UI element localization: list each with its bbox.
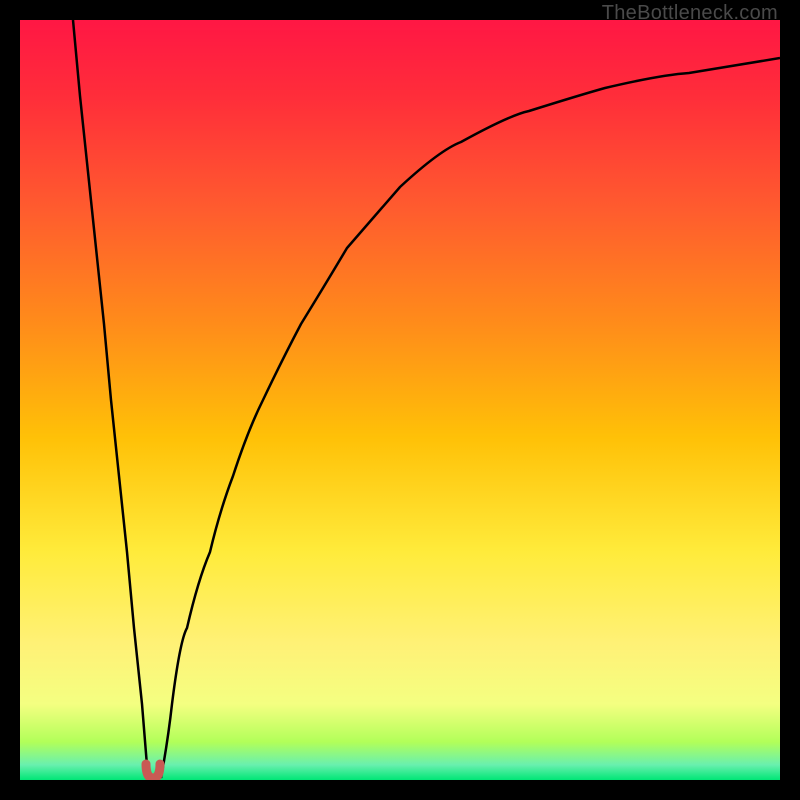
curve-right-branch	[161, 58, 780, 778]
chart-container	[20, 20, 780, 780]
curve-left-branch	[73, 20, 148, 778]
watermark-text: TheBottleneck.com	[602, 2, 778, 25]
bottleneck-curve	[20, 20, 780, 780]
valley-marker	[146, 764, 160, 778]
